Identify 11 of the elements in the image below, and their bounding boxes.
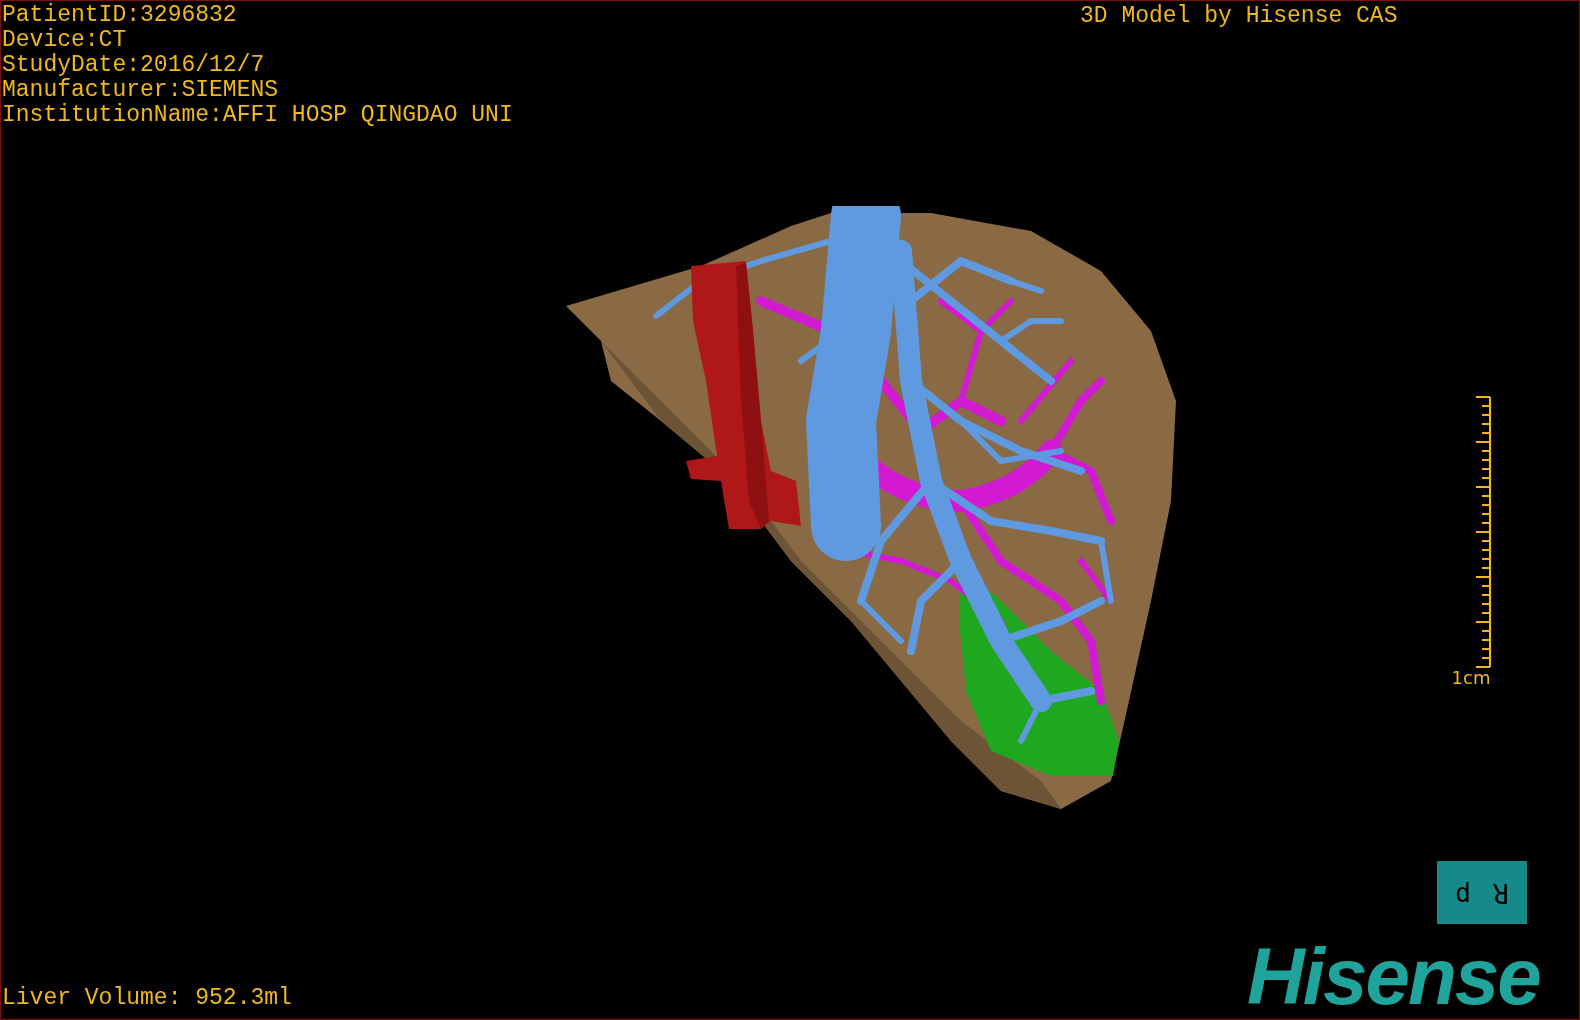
study-info-line: PatientID:3296832 xyxy=(2,3,238,28)
study-info-line: Device:CT xyxy=(2,28,128,53)
brand-logo: Hisense xyxy=(1247,937,1540,1017)
liver-volume: Liver Volume: 952.3ml xyxy=(2,986,292,1011)
study-info-line: InstitutionName:AFFI HOSP QINGDAO UNI xyxy=(2,103,513,128)
orientation-label: R xyxy=(1493,878,1509,907)
scale-label: 1cm xyxy=(1451,668,1491,688)
study-info-line: Manufacturer:SIEMENS xyxy=(2,78,280,103)
orientation-label: d xyxy=(1455,878,1471,907)
study-info-line: StudyDate:2016/12/7 xyxy=(2,53,266,78)
app-title: 3D Model by Hisense CAS xyxy=(1080,4,1398,29)
